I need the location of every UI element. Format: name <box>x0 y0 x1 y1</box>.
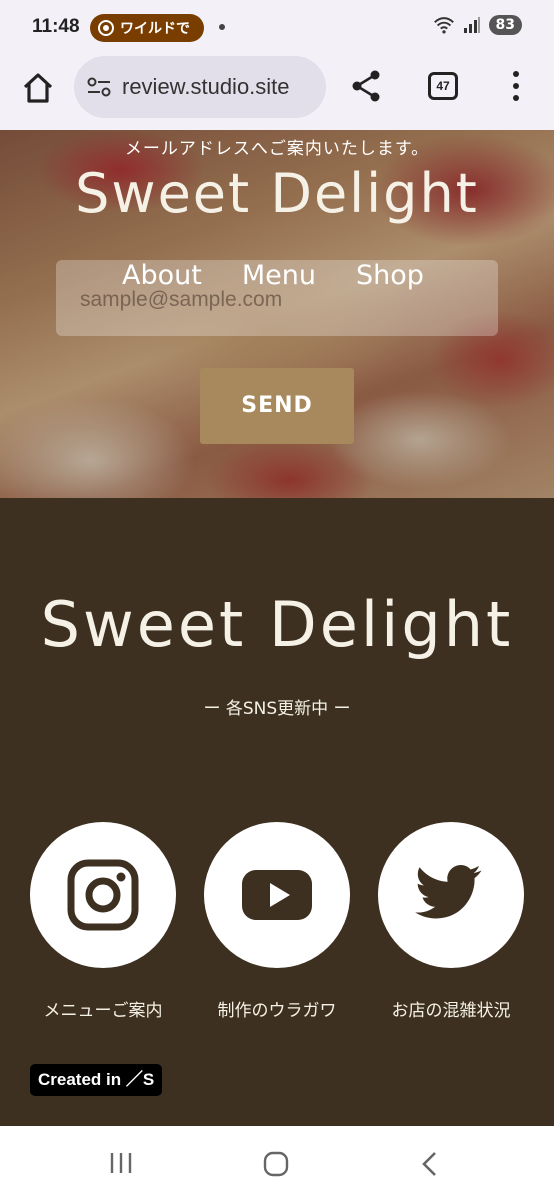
more-menu-icon[interactable] <box>506 68 526 104</box>
back-icon[interactable] <box>418 1150 442 1178</box>
footer-subtitle: ー 各SNS更新中 ー <box>203 699 351 719</box>
status-time: 11:48 <box>32 16 80 37</box>
home-icon[interactable] <box>18 68 58 108</box>
nav-link-about[interactable]: About <box>122 260 202 291</box>
youtube-link[interactable] <box>204 822 350 968</box>
record-icon <box>98 20 114 36</box>
status-icons: 83 <box>433 14 522 36</box>
recent-apps-icon[interactable] <box>108 1150 134 1176</box>
home-nav-icon[interactable] <box>262 1150 290 1178</box>
instagram-icon <box>67 859 139 931</box>
created-in-studio-badge[interactable]: Created in ／S <box>30 1064 163 1096</box>
footer-section: Sweet Delight ー 各SNS更新中 ー メニューご案内 制作のウラガ… <box>0 498 554 1126</box>
instagram-link[interactable] <box>30 822 176 968</box>
footer-title: Sweet Delight <box>40 588 514 661</box>
social-label-youtube: 制作のウラガワ <box>217 1001 337 1021</box>
signal-icon <box>463 17 480 33</box>
social-label-instagram: メニューご案内 <box>43 1001 163 1021</box>
hero-section: メールアドレスへご案内いたします。 Sweet Delight sample@s… <box>0 130 554 498</box>
url-text: review.studio.site <box>122 74 290 99</box>
site-settings-icon[interactable] <box>86 76 112 98</box>
social-label-twitter: お店の混雑状況 <box>391 1001 511 1021</box>
twitter-link[interactable] <box>378 822 524 968</box>
tab-switcher-button[interactable]: 47 <box>428 72 458 100</box>
address-bar[interactable]: review.studio.site <box>74 56 326 118</box>
nav-link-menu[interactable]: Menu <box>242 260 316 291</box>
email-placeholder: sample@sample.com <box>80 288 283 311</box>
notification-dot <box>219 24 225 30</box>
battery-indicator: 83 <box>488 15 522 35</box>
nav-link-shop[interactable]: Shop <box>356 260 424 291</box>
browser-toolbar: review.studio.site 47 <box>0 54 554 130</box>
wifi-icon <box>433 17 454 34</box>
notification-pill[interactable]: ワイルドで <box>90 14 204 42</box>
site-nav: About Menu Shop <box>122 260 424 291</box>
share-icon[interactable] <box>348 68 384 104</box>
send-button[interactable]: SEND <box>200 368 354 444</box>
system-navigation-bar <box>0 1126 554 1200</box>
hero-note: メールアドレスへご案内いたします。 <box>124 139 430 159</box>
notification-pill-text: ワイルドで <box>120 21 190 37</box>
status-bar: 11:48 ワイルドで 83 <box>0 0 554 54</box>
twitter-icon <box>415 865 482 919</box>
youtube-icon <box>242 870 312 920</box>
hero-title: Sweet Delight <box>75 162 479 225</box>
